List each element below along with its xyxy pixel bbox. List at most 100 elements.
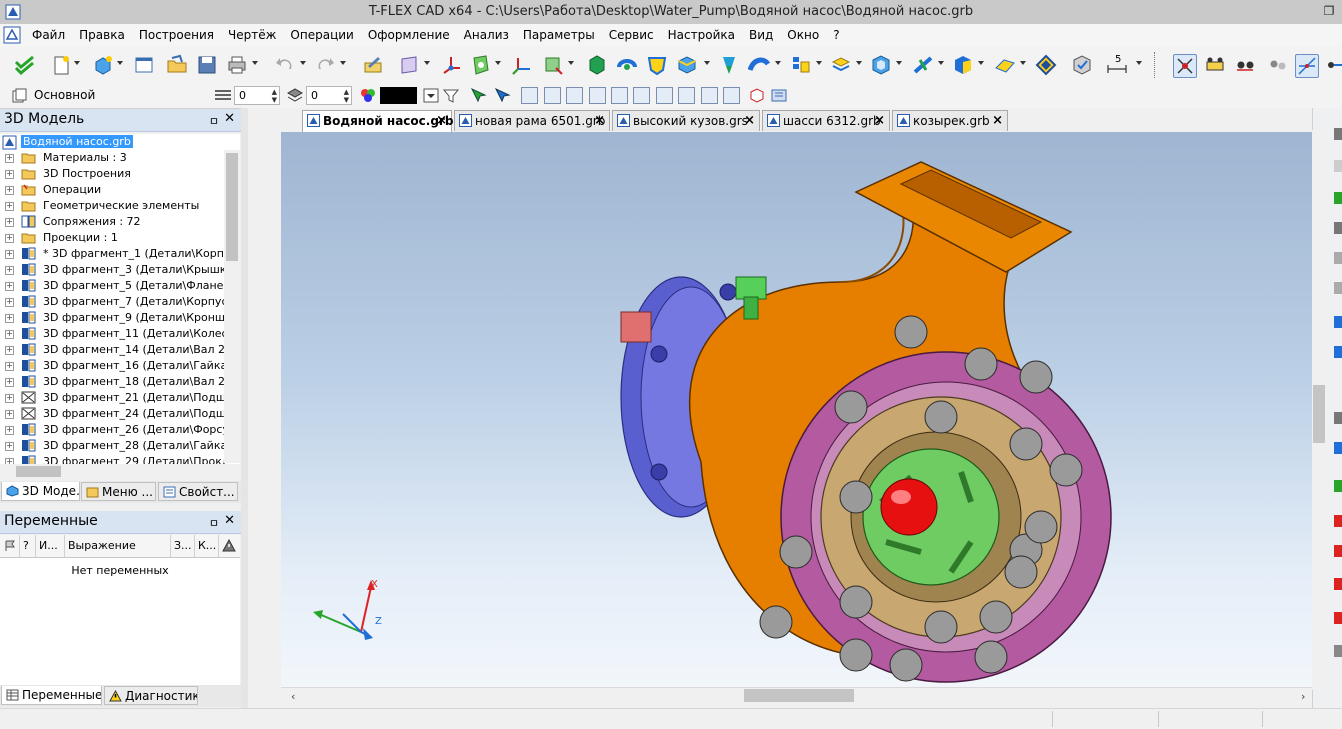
filter-vertex-icon[interactable] <box>521 87 538 104</box>
expand-toggle[interactable]: + <box>5 426 14 435</box>
expand-toggle[interactable]: + <box>5 250 14 259</box>
close-icon[interactable]: ✕ <box>224 513 235 528</box>
redo-icon[interactable] <box>314 54 336 76</box>
layer-filter-icon[interactable] <box>443 88 459 103</box>
filter-fragment-icon[interactable] <box>656 87 673 104</box>
expand-toggle[interactable]: + <box>5 378 14 387</box>
3d-node-icon[interactable] <box>440 54 462 76</box>
close-tab-icon[interactable]: × <box>992 111 1003 131</box>
tree-item[interactable]: +3D фрагмент_14 (Детали\Вал 2Д42 <box>0 342 226 358</box>
side-tool-icon[interactable] <box>1334 480 1342 492</box>
tab-diagnostics[interactable]: Диагностика <box>104 686 198 705</box>
col-question[interactable]: ? <box>20 535 36 557</box>
viewport-horizontal-scroll-thumb[interactable] <box>744 689 854 702</box>
menu-file[interactable]: Файл <box>25 24 72 46</box>
surface-dropdown[interactable] <box>1020 61 1026 65</box>
redo-dropdown[interactable] <box>340 61 346 65</box>
scroll-left-icon[interactable]: ‹ <box>291 690 295 703</box>
step-dropdown[interactable] <box>1136 61 1142 65</box>
tree-item[interactable]: +3D фрагмент_21 (Детали\Подшипн <box>0 390 226 406</box>
snap-node-icon[interactable] <box>1173 54 1197 78</box>
color-palette-icon[interactable] <box>359 87 377 104</box>
menu-construct[interactable]: Построения <box>132 24 221 46</box>
side-tool-icon[interactable] <box>1334 222 1342 234</box>
cut-icon[interactable] <box>912 54 934 76</box>
filter-face-icon[interactable] <box>566 87 583 104</box>
close-tab-icon[interactable]: × <box>874 111 885 131</box>
vars-table-body[interactable]: Нет переменных <box>0 558 240 685</box>
tab-variables[interactable]: Переменные <box>1 686 102 705</box>
model-tree[interactable]: + Материалы : 3 +3D Построения + Операции + Ге… <box>0 134 240 466</box>
toolbar-grip[interactable] <box>1154 52 1159 78</box>
panel-splitter[interactable] <box>241 108 248 708</box>
snap-center-icon[interactable] <box>1234 54 1256 76</box>
menu-operations[interactable]: Операции <box>283 24 360 46</box>
smoothing-dropdown[interactable] <box>704 61 710 65</box>
viewport-vertical-scroll-thumb[interactable] <box>1313 385 1325 443</box>
sweep-icon[interactable] <box>748 54 770 76</box>
extrude-icon[interactable] <box>586 54 608 76</box>
view-dropdown[interactable] <box>568 61 574 65</box>
smoothing-icon[interactable] <box>676 54 698 76</box>
tree-item[interactable]: + Операции <box>0 182 226 198</box>
col-comment[interactable]: К... <box>195 535 219 557</box>
expand-toggle[interactable]: + <box>5 218 14 227</box>
body-box-icon[interactable] <box>952 54 974 76</box>
col-warning[interactable] <box>219 535 240 557</box>
select-mode-icon[interactable] <box>494 87 512 104</box>
new-3d-model-icon[interactable] <box>92 54 114 76</box>
expand-toggle[interactable]: + <box>5 362 14 371</box>
shell-dropdown[interactable] <box>896 61 902 65</box>
filter-body-icon[interactable] <box>611 87 628 104</box>
document-tab[interactable]: новая рама 6501.grb × <box>454 110 610 131</box>
close-tab-icon[interactable]: × <box>744 111 755 131</box>
3d-profile-icon[interactable] <box>470 54 492 76</box>
expand-toggle[interactable]: + <box>5 186 14 195</box>
expand-toggle[interactable]: + <box>5 154 14 163</box>
confirm-double-check-icon[interactable] <box>14 54 36 76</box>
tree-item[interactable]: +3D фрагмент_28 (Детали\Гайка Д4 <box>0 438 226 454</box>
tree-item[interactable]: +3D фрагмент_11 (Детали\Колесо 3 <box>0 326 226 342</box>
workplane-icon[interactable] <box>398 54 420 76</box>
expand-toggle[interactable]: + <box>5 266 14 275</box>
document-logo-icon[interactable] <box>3 26 21 44</box>
line-width-field[interactable]: 0 ▲ ▼ <box>234 86 280 105</box>
tree-item[interactable]: +3D фрагмент_5 (Детали\Фланец Д <box>0 278 226 294</box>
filter-element-icon[interactable] <box>701 87 718 104</box>
side-tool-icon[interactable] <box>1334 515 1342 527</box>
close-icon[interactable]: ✕ <box>224 111 235 126</box>
dimension-step-icon[interactable] <box>1106 64 1128 74</box>
expand-toggle[interactable]: + <box>5 330 14 339</box>
3d-view-icon[interactable] <box>542 54 564 76</box>
mode-label[interactable]: Основной <box>34 88 95 102</box>
tree-item[interactable]: +3D фрагмент_26 (Детали\Форсунк <box>0 422 226 438</box>
loft-icon[interactable] <box>718 54 740 76</box>
tab-menu[interactable]: Меню ... <box>81 482 156 501</box>
expand-toggle[interactable]: + <box>5 298 14 307</box>
filter-dimension-icon[interactable] <box>723 87 740 104</box>
color-dropdown-icon[interactable] <box>423 88 439 103</box>
print-dropdown[interactable] <box>252 61 258 65</box>
expand-toggle[interactable]: + <box>5 394 14 403</box>
menu-view[interactable]: Вид <box>742 24 780 46</box>
spin-arrows[interactable]: ▲ ▼ <box>272 88 277 104</box>
save-icon[interactable] <box>196 54 218 76</box>
tree-item[interactable]: + * 3D фрагмент_1 (Детали\Корпус Д <box>0 246 226 262</box>
tree-item[interactable]: + Материалы : 3 <box>0 150 226 166</box>
expand-toggle[interactable]: + <box>5 234 14 243</box>
tree-item[interactable]: +3D Построения <box>0 166 226 182</box>
tree-vertical-scroll-thumb[interactable] <box>226 153 238 261</box>
print-icon[interactable] <box>226 54 248 76</box>
col-expression[interactable]: Выражение <box>65 535 171 557</box>
snap-tangent-icon[interactable] <box>1266 54 1288 76</box>
snap-intersection-icon[interactable] <box>1295 54 1319 78</box>
tab-properties[interactable]: Свойст... <box>158 482 238 501</box>
menu-help[interactable]: ? <box>826 24 846 46</box>
3d-viewport[interactable]: X Z <box>281 132 1312 687</box>
symmetry-dropdown[interactable] <box>856 61 862 65</box>
pin-icon[interactable]: ㅁ <box>209 113 219 129</box>
close-tab-icon[interactable]: × <box>436 111 447 131</box>
visualisation-icon[interactable] <box>1071 54 1093 76</box>
open-window-icon[interactable] <box>133 54 155 76</box>
expand-toggle[interactable]: + <box>5 314 14 323</box>
